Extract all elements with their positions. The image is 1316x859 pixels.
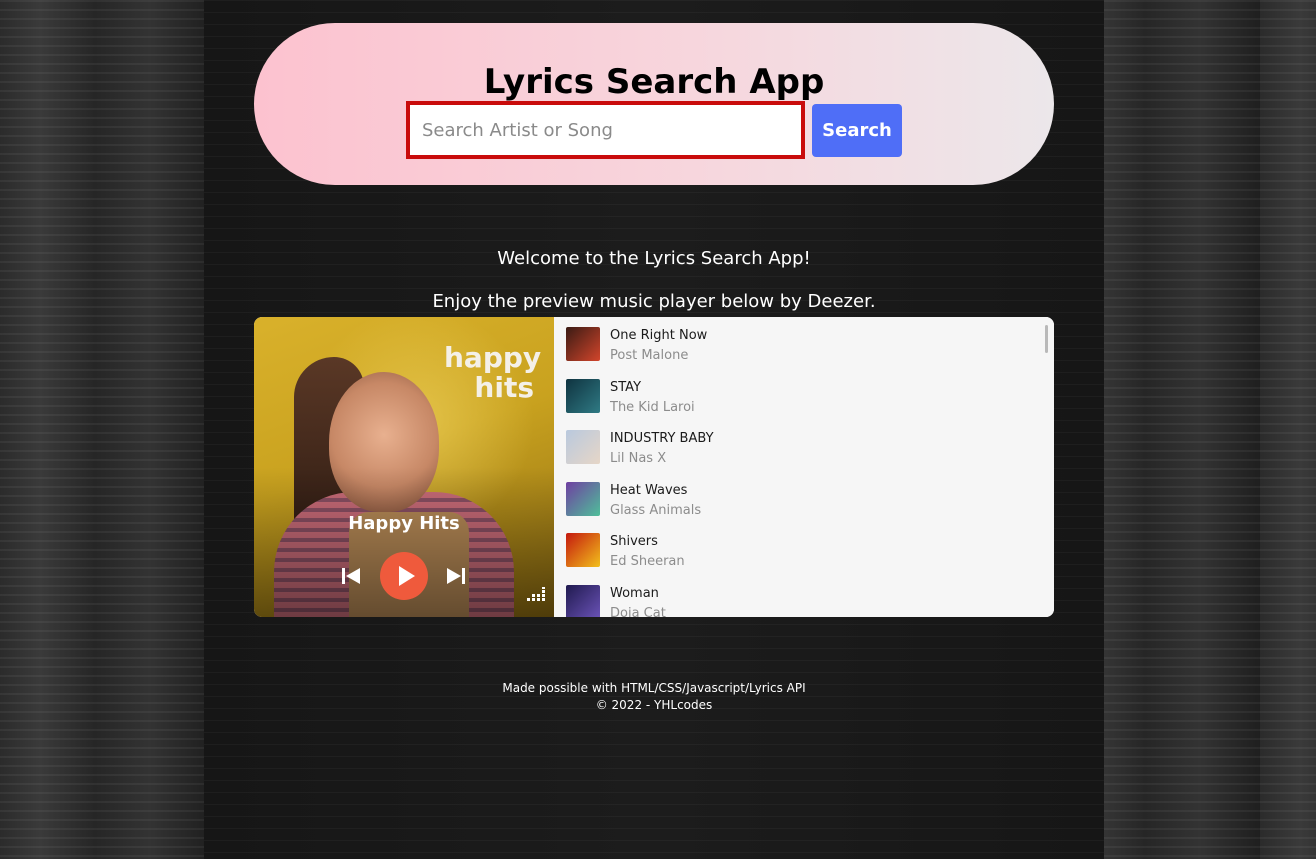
track-thumbnail xyxy=(566,482,600,516)
track-artist: Glass Animals xyxy=(610,503,702,518)
footer-copyright: © 2022 - YHLcodes xyxy=(595,698,713,712)
playlist-title: Happy Hits xyxy=(348,513,460,534)
track-item[interactable]: Woman Doja Cat xyxy=(554,581,1034,617)
track-thumbnail xyxy=(566,430,600,464)
page-title: Lyrics Search App xyxy=(483,62,825,102)
playlist-cover: happy hits Happy Hits xyxy=(254,317,554,617)
cover-brand-line2: hits xyxy=(474,371,534,404)
track-item[interactable]: STAY The Kid Laroi xyxy=(554,375,1034,421)
track-thumbnail xyxy=(566,533,600,567)
tracklist-scrollbar[interactable] xyxy=(1045,325,1048,353)
enjoy-text: Enjoy the preview music player below by … xyxy=(432,291,876,312)
search-button[interactable]: Search xyxy=(812,104,902,157)
cover-brand-text: happy hits xyxy=(444,343,541,403)
track-artist: Post Malone xyxy=(610,348,689,363)
track-title: One Right Now xyxy=(610,328,708,343)
track-thumbnail xyxy=(566,585,600,617)
track-title: STAY xyxy=(610,380,642,395)
track-artist: Lil Nas X xyxy=(610,451,667,466)
track-title: Heat Waves xyxy=(610,483,688,498)
track-item[interactable]: Shivers Ed Sheeran xyxy=(554,529,1034,575)
track-list[interactable]: One Right Now Post Malone STAY The Kid L… xyxy=(554,317,1054,617)
track-thumbnail xyxy=(566,327,600,361)
welcome-text: Welcome to the Lyrics Search App! xyxy=(497,248,811,269)
track-artist: Doja Cat xyxy=(610,606,666,617)
header-panel: Lyrics Search App Search xyxy=(254,23,1054,185)
play-button[interactable] xyxy=(380,552,428,600)
track-item[interactable]: INDUSTRY BABY Lil Nas X xyxy=(554,426,1034,472)
footer-credits: Made possible with HTML/CSS/Javascript/L… xyxy=(502,681,806,695)
search-input[interactable] xyxy=(406,101,805,159)
next-icon[interactable] xyxy=(445,565,467,587)
track-thumbnail xyxy=(566,379,600,413)
track-artist: The Kid Laroi xyxy=(610,400,695,415)
track-title: Shivers xyxy=(610,534,658,549)
cover-brand-line1: happy xyxy=(444,341,542,374)
deezer-logo-icon[interactable] xyxy=(527,587,545,601)
play-icon xyxy=(399,566,415,586)
deezer-player: happy hits Happy Hits One Right Now Post… xyxy=(254,317,1054,617)
previous-icon[interactable] xyxy=(340,565,362,587)
track-item[interactable]: Heat Waves Glass Animals xyxy=(554,478,1034,524)
track-item[interactable]: One Right Now Post Malone xyxy=(554,323,1034,369)
track-title: INDUSTRY BABY xyxy=(610,431,714,446)
track-artist: Ed Sheeran xyxy=(610,554,685,569)
track-title: Woman xyxy=(610,586,659,601)
